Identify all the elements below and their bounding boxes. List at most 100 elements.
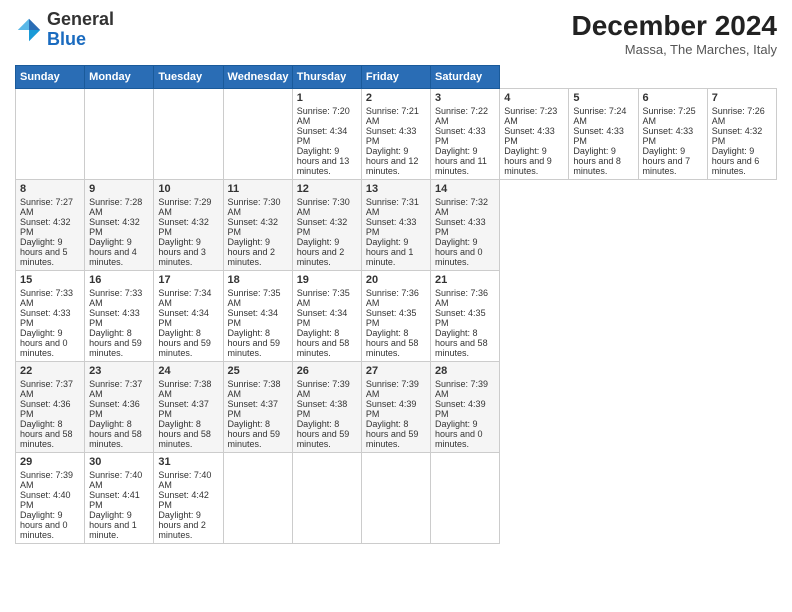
calendar-cell: 1Sunrise: 7:20 AMSunset: 4:34 PMDaylight… [292, 89, 361, 180]
sunrise: Sunrise: 7:30 AM [228, 197, 281, 217]
header-friday: Friday [361, 66, 430, 89]
daylight: Daylight: 9 hours and 2 minutes. [297, 237, 345, 267]
sunrise: Sunrise: 7:38 AM [158, 379, 211, 399]
calendar-cell [223, 89, 292, 180]
calendar-cell: 4Sunrise: 7:23 AMSunset: 4:33 PMDaylight… [500, 89, 569, 180]
sunset: Sunset: 4:33 PM [366, 217, 417, 237]
sunrise: Sunrise: 7:39 AM [297, 379, 350, 399]
header: General Blue December 2024 Massa, The Ma… [15, 10, 777, 57]
location: Massa, The Marches, Italy [572, 42, 777, 57]
daylight: Daylight: 8 hours and 59 minutes. [366, 419, 419, 449]
sunset: Sunset: 4:35 PM [435, 308, 486, 328]
calendar-cell: 21Sunrise: 7:36 AMSunset: 4:35 PMDayligh… [431, 271, 500, 362]
sunrise: Sunrise: 7:33 AM [20, 288, 73, 308]
title-block: December 2024 Massa, The Marches, Italy [572, 10, 777, 57]
daylight: Daylight: 8 hours and 59 minutes. [89, 328, 142, 358]
calendar-cell: 13Sunrise: 7:31 AMSunset: 4:33 PMDayligh… [361, 180, 430, 271]
sunset: Sunset: 4:36 PM [20, 399, 71, 419]
sunset: Sunset: 4:34 PM [228, 308, 279, 328]
sunset: Sunset: 4:34 PM [158, 308, 209, 328]
sunset: Sunset: 4:33 PM [573, 126, 624, 146]
calendar-cell: 24Sunrise: 7:38 AMSunset: 4:37 PMDayligh… [154, 362, 223, 453]
daylight: Daylight: 9 hours and 0 minutes. [20, 510, 68, 540]
sunrise: Sunrise: 7:39 AM [20, 470, 73, 490]
sunrise: Sunrise: 7:38 AM [228, 379, 281, 399]
calendar-cell: 19Sunrise: 7:35 AMSunset: 4:34 PMDayligh… [292, 271, 361, 362]
day-number: 14 [435, 183, 495, 195]
day-number: 29 [20, 456, 80, 468]
day-number: 25 [228, 365, 288, 377]
sunrise: Sunrise: 7:25 AM [643, 106, 696, 126]
daylight: Daylight: 8 hours and 59 minutes. [228, 328, 281, 358]
sunset: Sunset: 4:37 PM [158, 399, 209, 419]
daylight: Daylight: 9 hours and 12 minutes. [366, 146, 419, 176]
day-number: 22 [20, 365, 80, 377]
daylight: Daylight: 9 hours and 4 minutes. [89, 237, 137, 267]
calendar-cell: 30Sunrise: 7:40 AMSunset: 4:41 PMDayligh… [85, 453, 154, 544]
week-row-1: 8Sunrise: 7:27 AMSunset: 4:32 PMDaylight… [16, 180, 777, 271]
sunset: Sunset: 4:33 PM [366, 126, 417, 146]
calendar-table: Sunday Monday Tuesday Wednesday Thursday… [15, 65, 777, 544]
sunrise: Sunrise: 7:39 AM [366, 379, 419, 399]
sunset: Sunset: 4:32 PM [158, 217, 209, 237]
day-number: 11 [228, 183, 288, 195]
day-number: 3 [435, 92, 495, 104]
sunrise: Sunrise: 7:32 AM [435, 197, 488, 217]
sunrise: Sunrise: 7:21 AM [366, 106, 419, 126]
calendar-cell: 26 Sunrise: 7:39 AMSunset: 4:38 PMDayligh… [292, 362, 361, 453]
day-number: 18 [228, 274, 288, 286]
sunset: Sunset: 4:32 PM [712, 126, 763, 146]
sunrise: Sunrise: 7:40 AM [158, 470, 211, 490]
daylight: Daylight: 9 hours and 9 minutes. [504, 146, 552, 176]
logo-text: General Blue [47, 10, 114, 50]
daylight: Daylight: 9 hours and 13 minutes. [297, 146, 350, 176]
day-number: 26 [297, 365, 357, 377]
daylight: Daylight: 8 hours and 58 minutes. [435, 328, 488, 358]
header-sunday: Sunday [16, 66, 85, 89]
day-number: 7 [712, 92, 772, 104]
sunset: Sunset: 4:42 PM [158, 490, 209, 510]
day-number: 13 [366, 183, 426, 195]
daylight: Daylight: 8 hours and 59 minutes. [228, 419, 281, 449]
sunrise: Sunrise: 7:33 AM [89, 288, 142, 308]
daylight: Daylight: 9 hours and 3 minutes. [158, 237, 206, 267]
calendar-cell: 29 Sunrise: 7:39 AMSunset: 4:40 PMDayligh… [16, 453, 85, 544]
week-row-4: 29 Sunrise: 7:39 AMSunset: 4:40 PMDayligh… [16, 453, 777, 544]
day-number: 1 [297, 92, 357, 104]
calendar-cell: 12Sunrise: 7:30 AMSunset: 4:32 PMDayligh… [292, 180, 361, 271]
sunrise: Sunrise: 7:20 AM [297, 106, 350, 126]
sunrise: Sunrise: 7:26 AM [712, 106, 765, 126]
day-number: 28 [435, 365, 495, 377]
day-number: 20 [366, 274, 426, 286]
calendar-cell: 14Sunrise: 7:32 AMSunset: 4:33 PMDayligh… [431, 180, 500, 271]
calendar-cell: 5Sunrise: 7:24 AMSunset: 4:33 PMDaylight… [569, 89, 638, 180]
header-row: Sunday Monday Tuesday Wednesday Thursday… [16, 66, 777, 89]
sunrise: Sunrise: 7:40 AM [89, 470, 142, 490]
day-number: 8 [20, 183, 80, 195]
month-title: December 2024 [572, 10, 777, 42]
sunset: Sunset: 4:40 PM [20, 490, 71, 510]
header-saturday: Saturday [431, 66, 500, 89]
day-number: 15 [20, 274, 80, 286]
day-number: 5 [573, 92, 633, 104]
sunset: Sunset: 4:32 PM [228, 217, 279, 237]
day-number: 9 [89, 183, 149, 195]
sunrise: Sunrise: 7:37 AM [20, 379, 73, 399]
daylight: Daylight: 9 hours and 0 minutes. [435, 419, 483, 449]
sunset: Sunset: 4:41 PM [89, 490, 140, 510]
calendar-cell: 15Sunrise: 7:33 AMSunset: 4:33 PMDayligh… [16, 271, 85, 362]
calendar-cell: 25Sunrise: 7:38 AMSunset: 4:37 PMDayligh… [223, 362, 292, 453]
sunrise: Sunrise: 7:28 AM [89, 197, 142, 217]
sunset: Sunset: 4:33 PM [435, 217, 486, 237]
calendar-cell: 16Sunrise: 7:33 AMSunset: 4:33 PMDayligh… [85, 271, 154, 362]
sunset: Sunset: 4:38 PM [297, 399, 348, 419]
daylight: Daylight: 8 hours and 59 minutes. [297, 419, 350, 449]
day-number: 30 [89, 456, 149, 468]
daylight: Daylight: 9 hours and 2 minutes. [228, 237, 276, 267]
calendar-cell: 11 Sunrise: 7:30 AMSunset: 4:32 PMDayligh… [223, 180, 292, 271]
calendar-cell [431, 453, 500, 544]
logo-icon [15, 16, 43, 44]
sunrise: Sunrise: 7:24 AM [573, 106, 626, 126]
calendar-cell: 18Sunrise: 7:35 AMSunset: 4:34 PMDayligh… [223, 271, 292, 362]
calendar-cell [16, 89, 85, 180]
